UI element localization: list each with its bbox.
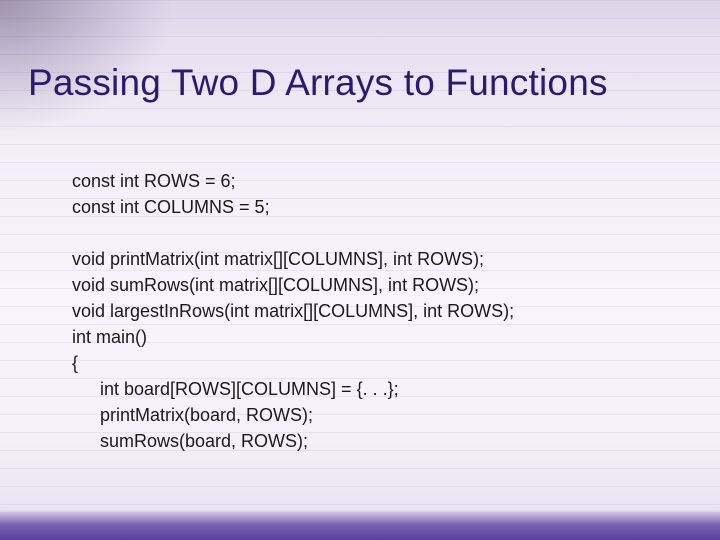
code-line: void sumRows(int matrix[][COLUMNS], int … [72, 272, 680, 298]
code-line: void largestInRows(int matrix[][COLUMNS]… [72, 298, 680, 324]
slide-title: Passing Two D Arrays to Functions [28, 62, 700, 104]
code-line: sumRows(board, ROWS); [72, 428, 680, 454]
code-line: const int ROWS = 6; [72, 168, 680, 194]
code-line: { [72, 350, 680, 376]
code-block: const int ROWS = 6; const int COLUMNS = … [72, 168, 680, 454]
code-line: printMatrix(board, ROWS); [72, 402, 680, 428]
code-line: void printMatrix(int matrix[][COLUMNS], … [72, 246, 680, 272]
blank-line [72, 220, 680, 246]
code-line: const int COLUMNS = 5; [72, 194, 680, 220]
code-line: int board[ROWS][COLUMNS] = {. . .}; [72, 376, 680, 402]
code-line: int main() [72, 324, 680, 350]
footer-bar [0, 512, 720, 540]
